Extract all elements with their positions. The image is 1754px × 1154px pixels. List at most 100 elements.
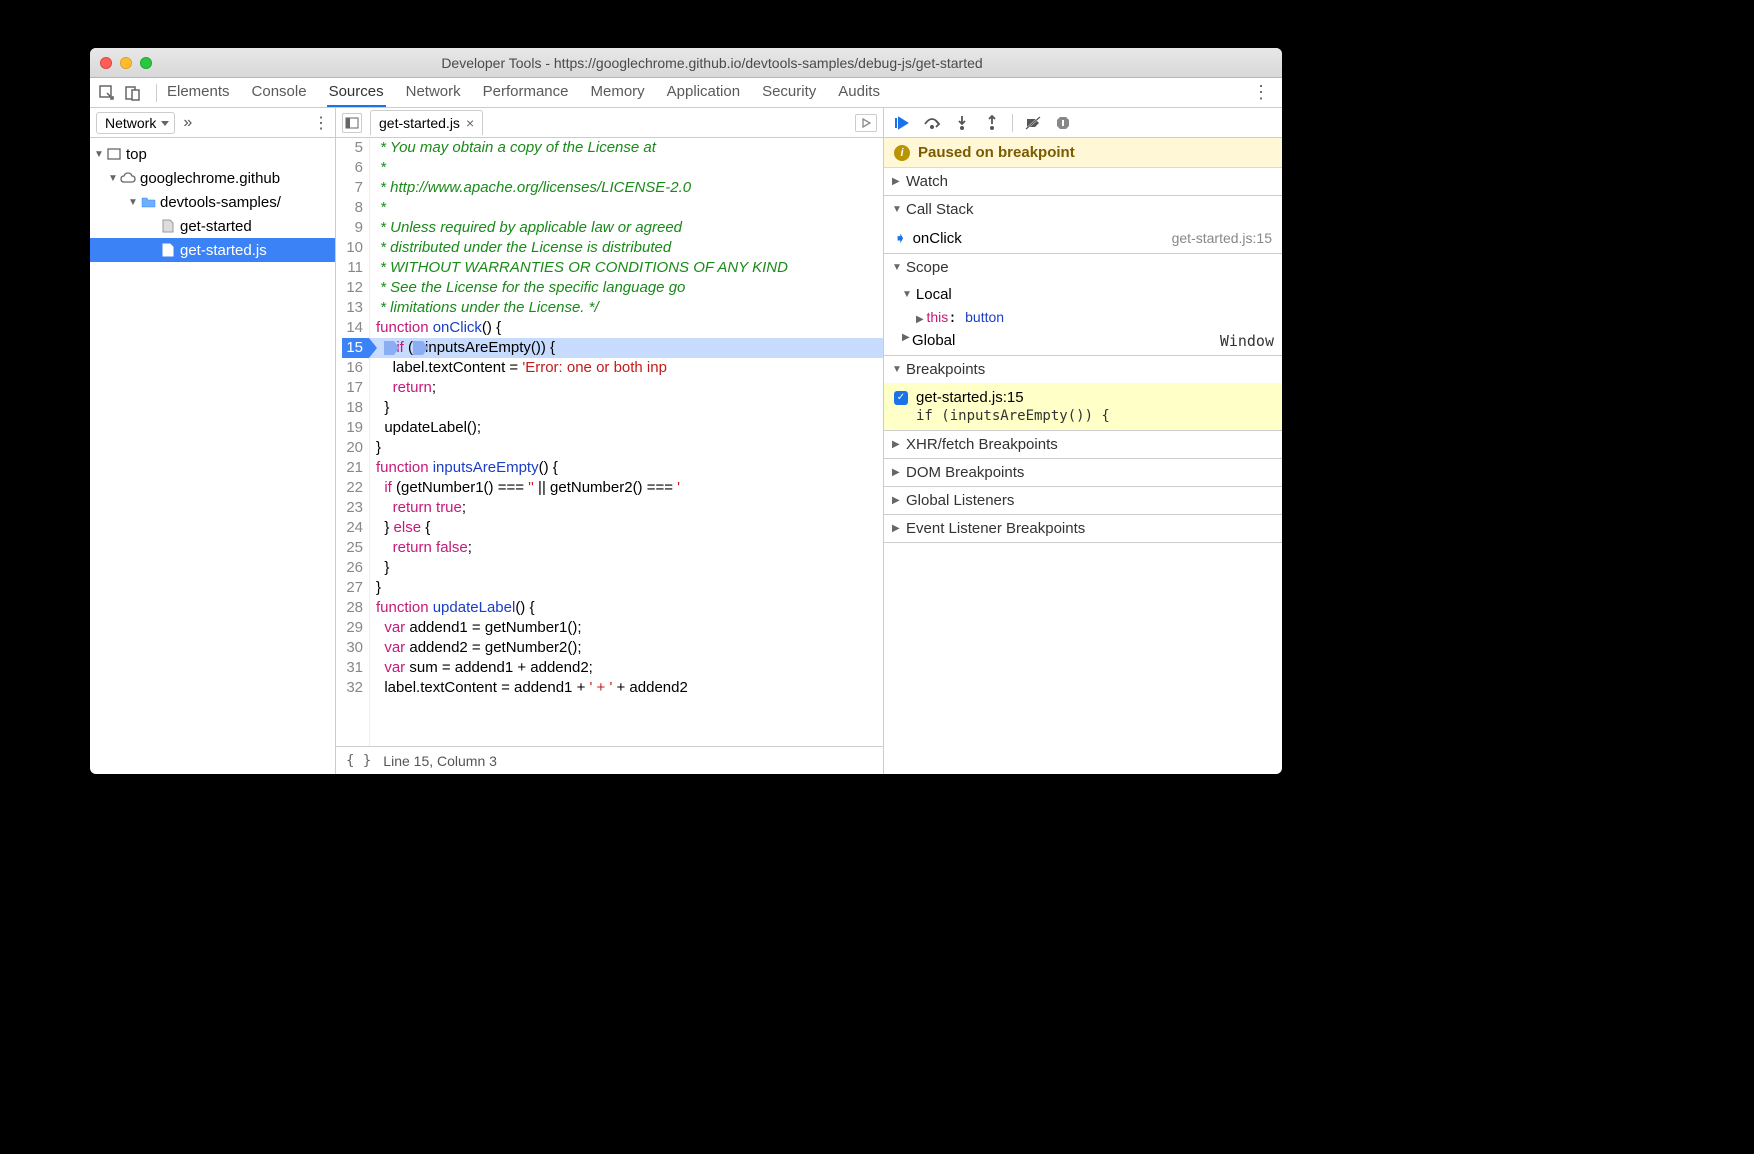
code-line[interactable]: var addend2 = getNumber2(); bbox=[370, 638, 883, 658]
callstack-header[interactable]: ▼Call Stack bbox=[884, 196, 1282, 223]
pretty-print-icon[interactable]: { } bbox=[346, 753, 371, 769]
step-over-icon[interactable] bbox=[922, 113, 942, 133]
code-line[interactable]: * WITHOUT WARRANTIES OR CONDITIONS OF AN… bbox=[370, 258, 883, 278]
navigator-dropdown[interactable]: Network bbox=[96, 112, 175, 134]
tab-memory[interactable]: Memory bbox=[589, 78, 647, 107]
gutter-line[interactable]: 28 bbox=[342, 598, 363, 618]
gutter-line[interactable]: 7 bbox=[342, 178, 363, 198]
scope-header[interactable]: ▼Scope bbox=[884, 254, 1282, 281]
tab-application[interactable]: Application bbox=[665, 78, 742, 107]
breakpoint-item[interactable]: ✓ get-started.js:15 if (inputsAreEmpty()… bbox=[884, 383, 1282, 430]
tab-security[interactable]: Security bbox=[760, 78, 818, 107]
dom-header[interactable]: ▶DOM Breakpoints bbox=[884, 459, 1282, 486]
gutter-line[interactable]: 9 bbox=[342, 218, 363, 238]
globall-header[interactable]: ▶Global Listeners bbox=[884, 487, 1282, 514]
gutter-line[interactable]: 5 bbox=[342, 138, 363, 158]
editor-tab[interactable]: get-started.js × bbox=[370, 110, 483, 135]
run-snippet-icon[interactable] bbox=[855, 114, 877, 132]
code-line[interactable]: * limitations under the License. */ bbox=[370, 298, 883, 318]
code-line[interactable]: } bbox=[370, 438, 883, 458]
code-line[interactable]: function onClick() { bbox=[370, 318, 883, 338]
code-line[interactable]: } bbox=[370, 578, 883, 598]
gutter-line[interactable]: 22 bbox=[342, 478, 363, 498]
watch-header[interactable]: ▶Watch bbox=[884, 168, 1282, 195]
gutter-line[interactable]: 27 bbox=[342, 578, 363, 598]
tab-performance[interactable]: Performance bbox=[481, 78, 571, 107]
tree-folder[interactable]: ▼ devtools-samples/ bbox=[90, 190, 335, 214]
navigator-more-icon[interactable]: » bbox=[183, 114, 192, 132]
code-line[interactable]: * Unless required by applicable law or a… bbox=[370, 218, 883, 238]
code-line[interactable]: if (inputsAreEmpty()) { bbox=[370, 338, 883, 358]
xhr-header[interactable]: ▶XHR/fetch Breakpoints bbox=[884, 431, 1282, 458]
code-line[interactable]: * bbox=[370, 158, 883, 178]
step-out-icon[interactable] bbox=[982, 113, 1002, 133]
code-line[interactable]: if (getNumber1() === '' || getNumber2() … bbox=[370, 478, 883, 498]
gutter-line[interactable]: 15 bbox=[342, 338, 369, 358]
gutter-line[interactable]: 18 bbox=[342, 398, 363, 418]
tab-sources[interactable]: Sources bbox=[327, 78, 386, 107]
gutter-line[interactable]: 30 bbox=[342, 638, 363, 658]
code-line[interactable]: * bbox=[370, 198, 883, 218]
code-line[interactable]: * http://www.apache.org/licenses/LICENSE… bbox=[370, 178, 883, 198]
gutter-line[interactable]: 29 bbox=[342, 618, 363, 638]
callstack-frame[interactable]: ➧ onClick get-started.js:15 bbox=[884, 225, 1282, 251]
device-toggle-icon[interactable] bbox=[122, 82, 144, 104]
maximize-window-button[interactable] bbox=[140, 57, 152, 69]
gutter-line[interactable]: 6 bbox=[342, 158, 363, 178]
gutter-line[interactable]: 21 bbox=[342, 458, 363, 478]
code-editor[interactable]: 5678910111213141516171819202122232425262… bbox=[336, 138, 883, 746]
gutter-line[interactable]: 25 bbox=[342, 538, 363, 558]
code-line[interactable]: var sum = addend1 + addend2; bbox=[370, 658, 883, 678]
gutter-line[interactable]: 17 bbox=[342, 378, 363, 398]
code-line[interactable]: * distributed under the License is distr… bbox=[370, 238, 883, 258]
code-line[interactable]: return; bbox=[370, 378, 883, 398]
deactivate-breakpoints-icon[interactable] bbox=[1023, 113, 1043, 133]
gutter-line[interactable]: 19 bbox=[342, 418, 363, 438]
code-line[interactable]: label.textContent = 'Error: one or both … bbox=[370, 358, 883, 378]
tab-elements[interactable]: Elements bbox=[165, 78, 232, 107]
scope-this[interactable]: ▶ this: button bbox=[884, 306, 1282, 329]
scope-global[interactable]: ▶GlobalWindow bbox=[884, 329, 1282, 353]
tree-file-selected[interactable]: get-started.js bbox=[90, 238, 335, 262]
tree-root[interactable]: ▼ top bbox=[90, 142, 335, 166]
gutter-line[interactable]: 13 bbox=[342, 298, 363, 318]
gutter-line[interactable]: 20 bbox=[342, 438, 363, 458]
gutter-line[interactable]: 10 bbox=[342, 238, 363, 258]
tab-audits[interactable]: Audits bbox=[836, 78, 882, 107]
step-into-icon[interactable] bbox=[952, 113, 972, 133]
code-line[interactable]: } else { bbox=[370, 518, 883, 538]
code-line[interactable]: function updateLabel() { bbox=[370, 598, 883, 618]
gutter-line[interactable]: 26 bbox=[342, 558, 363, 578]
breakpoint-checkbox[interactable]: ✓ bbox=[894, 391, 908, 405]
tree-file[interactable]: get-started bbox=[90, 214, 335, 238]
navigator-kebab-icon[interactable]: ⋮ bbox=[313, 113, 329, 133]
minimize-window-button[interactable] bbox=[120, 57, 132, 69]
gutter-line[interactable]: 24 bbox=[342, 518, 363, 538]
gutter-line[interactable]: 32 bbox=[342, 678, 363, 698]
close-window-button[interactable] bbox=[100, 57, 112, 69]
code-line[interactable]: updateLabel(); bbox=[370, 418, 883, 438]
scope-local[interactable]: ▼Local bbox=[884, 283, 1282, 306]
toggle-navigator-icon[interactable] bbox=[342, 113, 362, 133]
gutter-line[interactable]: 23 bbox=[342, 498, 363, 518]
code-line[interactable]: label.textContent = addend1 + ' + ' + ad… bbox=[370, 678, 883, 698]
gutter-line[interactable]: 14 bbox=[342, 318, 363, 338]
tree-domain[interactable]: ▼ googlechrome.github bbox=[90, 166, 335, 190]
close-tab-icon[interactable]: × bbox=[466, 115, 474, 131]
code-area[interactable]: * You may obtain a copy of the License a… bbox=[370, 138, 883, 746]
tab-console[interactable]: Console bbox=[250, 78, 309, 107]
code-line[interactable]: * You may obtain a copy of the License a… bbox=[370, 138, 883, 158]
code-line[interactable]: return false; bbox=[370, 538, 883, 558]
resume-icon[interactable] bbox=[892, 113, 912, 133]
code-line[interactable]: function inputsAreEmpty() { bbox=[370, 458, 883, 478]
inspect-element-icon[interactable] bbox=[96, 82, 118, 104]
evl-header[interactable]: ▶Event Listener Breakpoints bbox=[884, 515, 1282, 542]
gutter-line[interactable]: 8 bbox=[342, 198, 363, 218]
kebab-menu-icon[interactable]: ⋮ bbox=[1250, 82, 1272, 104]
code-line[interactable]: var addend1 = getNumber1(); bbox=[370, 618, 883, 638]
code-line[interactable]: return true; bbox=[370, 498, 883, 518]
breakpoints-header[interactable]: ▼Breakpoints bbox=[884, 356, 1282, 383]
tab-network[interactable]: Network bbox=[404, 78, 463, 107]
code-line[interactable]: * See the License for the specific langu… bbox=[370, 278, 883, 298]
pause-on-exceptions-icon[interactable] bbox=[1053, 113, 1073, 133]
